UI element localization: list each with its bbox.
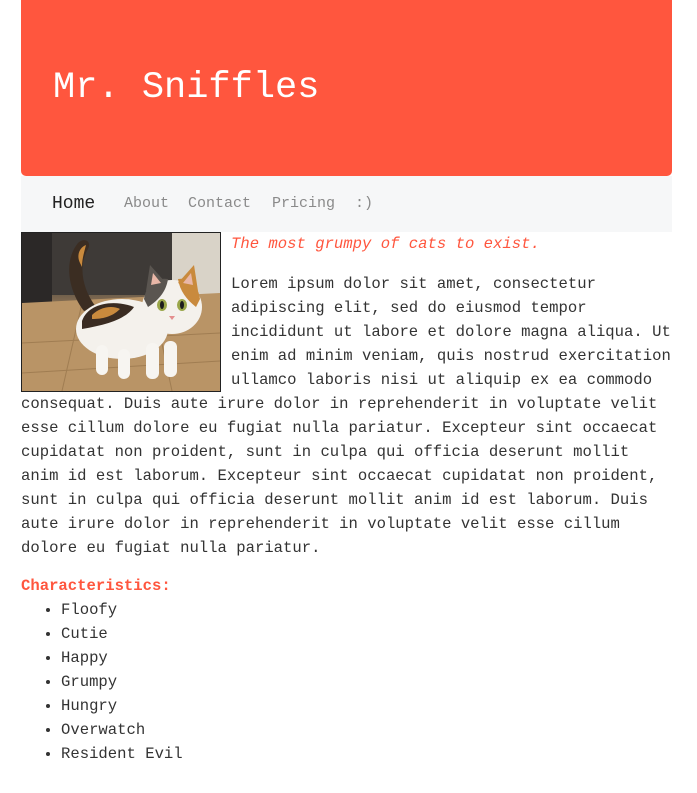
main-content: The most grumpy of cats to exist. Lorem … xyxy=(21,232,672,766)
nav-link-about[interactable]: About xyxy=(124,176,169,232)
list-item: Resident Evil xyxy=(61,742,672,766)
list-item: Hungry xyxy=(61,694,672,718)
nav-link-home[interactable]: Home xyxy=(52,176,95,232)
list-item: Grumpy xyxy=(61,670,672,694)
cat-photo xyxy=(21,232,221,392)
site-title: Mr. Sniffles xyxy=(53,67,320,109)
nav-link-smile[interactable]: :) xyxy=(355,176,373,232)
list-item: Cutie xyxy=(61,622,672,646)
main-nav: Home About Contact Pricing :) xyxy=(21,176,672,232)
cat-illustration xyxy=(22,233,220,391)
page-container: Mr. Sniffles Home About Contact Pricing … xyxy=(21,0,672,766)
characteristics-list: Floofy Cutie Happy Grumpy Hungry Overwat… xyxy=(21,598,672,766)
site-header: Mr. Sniffles xyxy=(21,0,672,176)
nav-link-contact[interactable]: Contact xyxy=(188,176,251,232)
list-item: Happy xyxy=(61,646,672,670)
characteristics-heading: Characteristics: xyxy=(21,577,171,595)
list-item: Overwatch xyxy=(61,718,672,742)
nav-link-pricing[interactable]: Pricing xyxy=(272,176,335,232)
list-item: Floofy xyxy=(61,598,672,622)
